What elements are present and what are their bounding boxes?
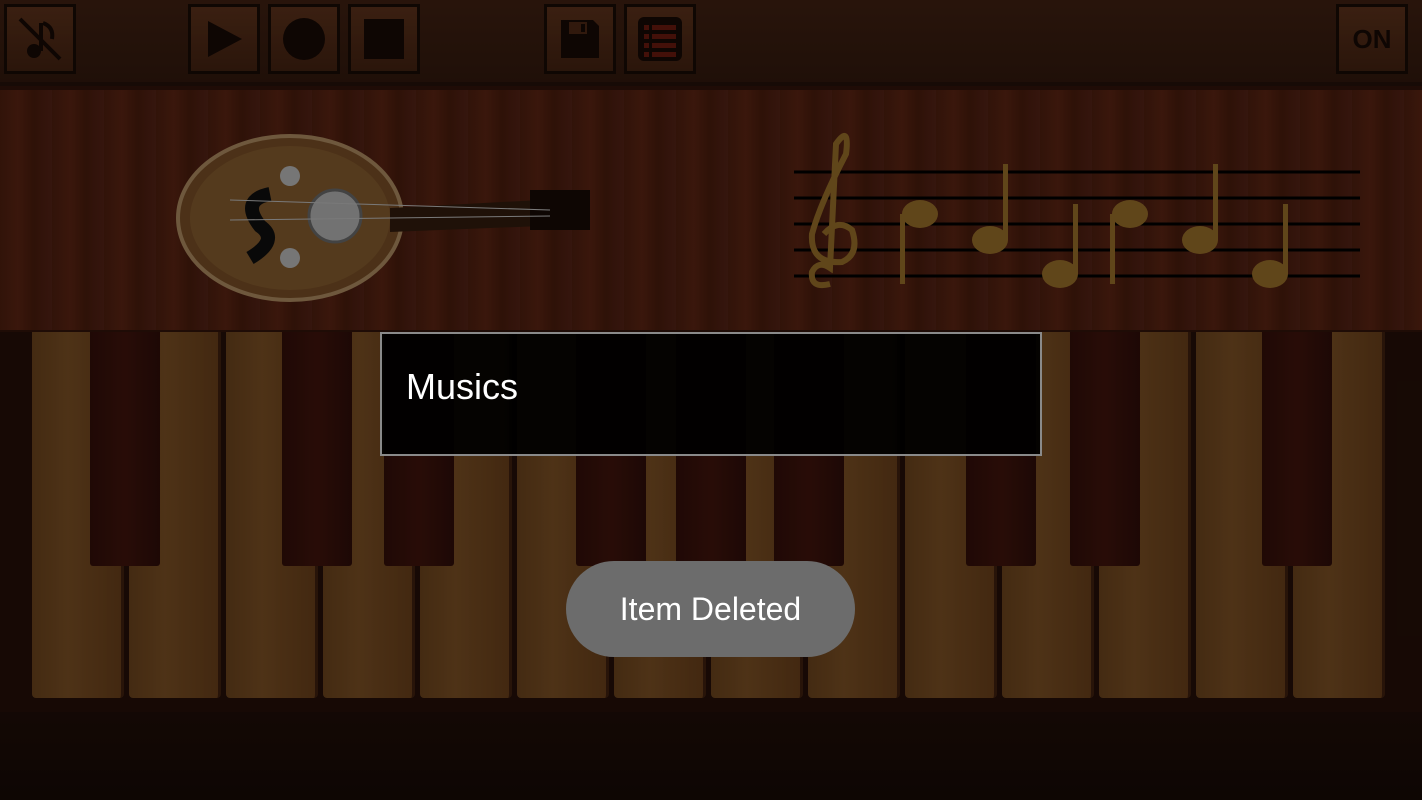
musics-dialog: Musics (380, 332, 1042, 456)
toast-message: Item Deleted (566, 561, 855, 657)
dialog-title: Musics (406, 366, 519, 407)
